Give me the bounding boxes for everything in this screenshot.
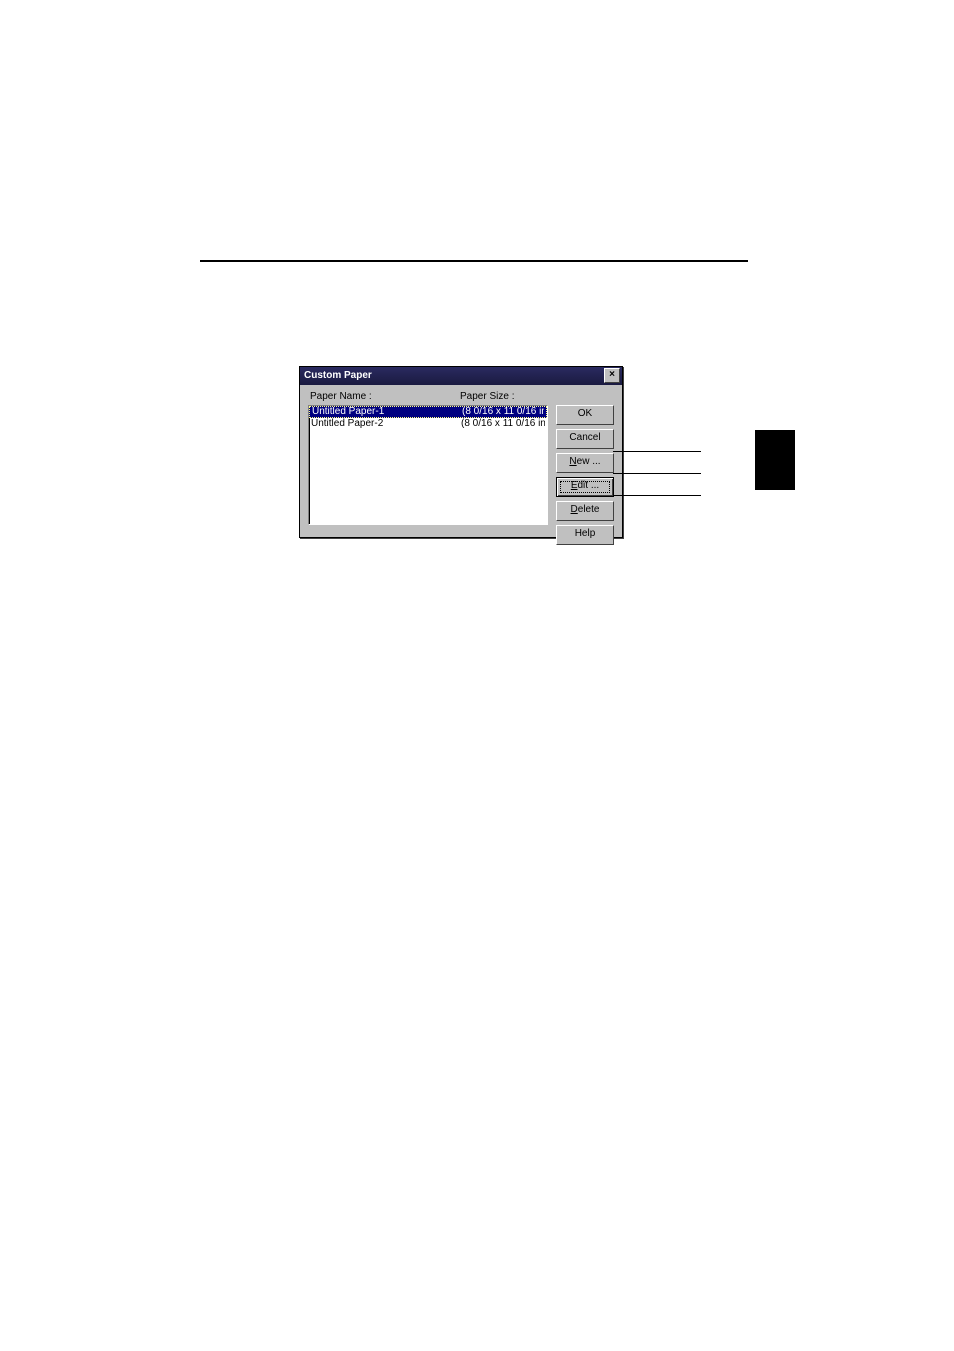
dialog-title: Custom Paper [304,370,372,381]
ok-button[interactable]: OK [556,405,614,425]
new-button-label: ew ... [577,456,601,467]
custom-paper-dialog: Custom Paper × Paper Name : Paper Size :… [299,366,623,538]
cancel-button[interactable]: Cancel [556,429,614,449]
list-item[interactable]: Untitled Paper-2 (8 0/16 x 11 0/16 inch) [309,418,547,430]
callout-leader-edit [613,473,701,474]
cancel-button-label: Cancel [569,432,600,443]
paper-size-label: Paper Size : [460,391,514,402]
callout-leader-new [613,451,701,452]
new-button-mnemonic: N [569,456,576,467]
list-item-name: Untitled Paper-2 [311,418,461,430]
delete-button-mnemonic: D [571,504,578,515]
side-thumb-tab [755,430,795,490]
new-button[interactable]: New ... [556,453,614,473]
help-button[interactable]: Help [556,525,614,545]
delete-button-label: elete [578,504,600,515]
edit-button[interactable]: Edit ... [556,477,614,497]
list-item[interactable]: Untitled Paper-1 (8 0/16 x 11 0/16 inch) [309,406,547,418]
close-button[interactable]: × [604,368,620,383]
close-icon: × [609,369,615,380]
paper-name-label: Paper Name : [310,391,372,402]
page: Custom Paper × Paper Name : Paper Size :… [0,0,954,1351]
custom-paper-listbox[interactable]: Untitled Paper-1 (8 0/16 x 11 0/16 inch)… [308,405,548,525]
section-rule [200,260,748,262]
dialog-button-column: OK Cancel New ... Edit ... Delete Help [556,405,614,545]
delete-button[interactable]: Delete [556,501,614,521]
dialog-titlebar: Custom Paper × [300,367,622,385]
ok-button-label: OK [578,408,592,419]
callout-leader-delete [613,495,701,496]
list-item-size: (8 0/16 x 11 0/16 inch) [462,407,544,417]
help-button-label: Help [575,528,596,539]
list-item-size: (8 0/16 x 11 0/16 inch) [461,418,545,430]
dialog-body: Paper Name : Paper Size : Untitled Paper… [300,385,622,537]
edit-button-label: dit ... [577,480,599,491]
list-item-name: Untitled Paper-1 [312,407,462,417]
